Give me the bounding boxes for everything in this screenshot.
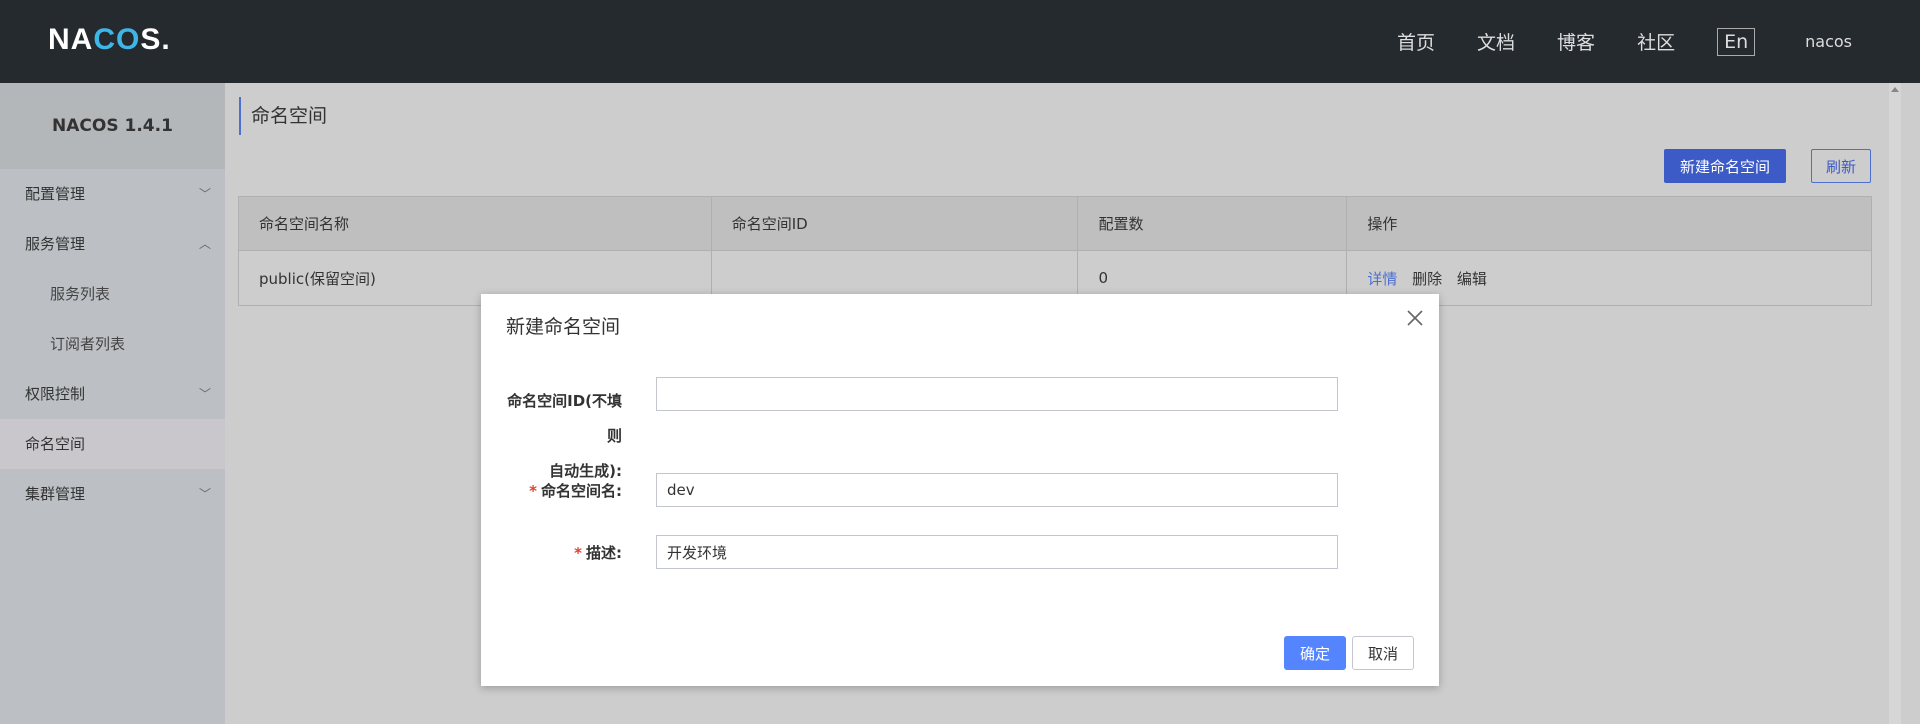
vertical-scrollbar[interactable] (1889, 83, 1901, 724)
sidebar-item-permission[interactable]: 权限控制 ﹀ (0, 369, 225, 419)
sidebar-item-label: 权限控制 (25, 385, 86, 403)
sidebar-item-label: 集群管理 (25, 485, 86, 503)
description-input[interactable] (656, 535, 1338, 569)
namespace-id-label: 命名空间ID(不填则 自动生成): (506, 384, 622, 489)
chevron-down-icon: ﹀ (198, 387, 211, 401)
language-switch-button[interactable]: En (1717, 27, 1756, 56)
dialog-title: 新建命名空间 (506, 316, 621, 338)
sidebar-item-label: 命名空间 (25, 435, 86, 453)
delete-link[interactable]: 删除 (1412, 270, 1442, 288)
column-header-id: 命名空间ID (710, 196, 1079, 251)
namespace-id-label-line1: 命名空间ID(不填则 (507, 392, 622, 445)
nav-blog-link[interactable]: 博客 (1557, 28, 1595, 55)
sidebar-item-subscriber-list[interactable]: 订阅者列表 (0, 319, 225, 369)
table-header-row: 命名空间名称 命名空间ID 配置数 操作 (238, 196, 1872, 251)
namespace-name-label: * 命名空间名: (529, 482, 622, 500)
new-namespace-dialog: 新建命名空间 命名空间ID(不填则 自动生成): *命名空间名: *描述: 确定… (481, 294, 1439, 686)
sidebar-title: NACOS 1.4.1 (0, 83, 225, 169)
sidebar-item-namespace[interactable]: 命名空间 (0, 419, 225, 469)
sidebar-item-service[interactable]: 服务管理 ︿ (0, 219, 225, 269)
nav-home-link[interactable]: 首页 (1397, 28, 1435, 55)
sidebar-item-service-list[interactable]: 服务列表 (0, 269, 225, 319)
sidebar-item-label: 服务管理 (25, 235, 86, 253)
required-star: * (529, 482, 537, 500)
namespace-table: 命名空间名称 命名空间ID 配置数 操作 public(保留空间) 0 详情 删… (238, 196, 1872, 306)
chevron-down-icon: ﹀ (198, 187, 211, 201)
nav-community-link[interactable]: 社区 (1637, 28, 1675, 55)
chevron-up-icon: ︿ (198, 237, 211, 251)
namespace-id-input[interactable] (656, 377, 1338, 411)
refresh-button[interactable]: 刷新 (1811, 149, 1871, 183)
sidebar-item-config[interactable]: 配置管理 ﹀ (0, 169, 225, 219)
column-header-actions: 操作 (1346, 196, 1872, 251)
column-header-name: 命名空间名称 (238, 196, 712, 251)
page-title: 命名空间 (239, 97, 327, 135)
sidebar-item-label: 订阅者列表 (50, 335, 126, 353)
sidebar-item-label: 配置管理 (25, 185, 86, 203)
description-label: * 描述: (574, 544, 622, 562)
sidebar-item-label: 服务列表 (50, 285, 111, 303)
nacos-logo[interactable]: NACOS. (48, 23, 171, 56)
confirm-button[interactable]: 确定 (1284, 636, 1346, 670)
user-name[interactable]: nacos (1805, 32, 1852, 51)
top-navbar: NACOS. 首页 文档 博客 社区 En nacos (0, 0, 1920, 83)
sidebar: NACOS 1.4.1 配置管理 ﹀ 服务管理 ︿ 服务列表 订阅者列表 权限控… (0, 83, 225, 724)
required-star: * (574, 544, 582, 562)
close-icon[interactable] (1403, 306, 1427, 330)
chevron-down-icon: ﹀ (198, 487, 211, 501)
detail-link[interactable]: 详情 (1367, 270, 1397, 288)
column-header-count: 配置数 (1077, 196, 1348, 251)
cancel-button[interactable]: 取消 (1352, 636, 1414, 670)
edit-link[interactable]: 编辑 (1457, 270, 1487, 288)
new-namespace-button[interactable]: 新建命名空间 (1664, 149, 1786, 183)
scroll-up-arrow-icon[interactable] (1891, 87, 1899, 92)
namespace-name-input[interactable] (656, 473, 1338, 507)
top-nav: 首页 文档 博客 社区 En nacos (1397, 0, 1920, 83)
nav-docs-link[interactable]: 文档 (1477, 28, 1515, 55)
sidebar-item-cluster[interactable]: 集群管理 ﹀ (0, 469, 225, 519)
